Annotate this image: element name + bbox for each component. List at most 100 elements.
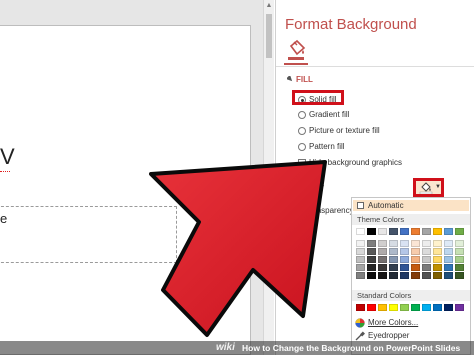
color-swatch[interactable] — [356, 256, 365, 263]
color-swatch[interactable] — [356, 264, 365, 271]
color-swatch[interactable] — [455, 264, 464, 271]
color-swatch[interactable] — [444, 256, 453, 263]
color-swatch[interactable] — [389, 272, 398, 279]
color-swatch[interactable] — [378, 264, 387, 271]
color-swatch[interactable] — [356, 228, 365, 235]
color-swatch[interactable] — [422, 240, 431, 247]
picture-texture-fill-label: Picture or texture fill — [309, 126, 380, 135]
color-swatch[interactable] — [378, 240, 387, 247]
fill-bucket-icon — [419, 182, 433, 194]
color-swatch[interactable] — [422, 228, 431, 235]
color-swatch[interactable] — [433, 264, 442, 271]
color-swatch[interactable] — [455, 248, 464, 255]
collapse-caret-icon[interactable] — [287, 76, 293, 82]
color-swatch[interactable] — [400, 264, 409, 271]
color-swatch[interactable] — [389, 228, 398, 235]
color-swatch[interactable] — [411, 272, 420, 279]
color-swatch[interactable] — [400, 272, 409, 279]
color-swatch[interactable] — [455, 240, 464, 247]
color-swatch[interactable] — [444, 248, 453, 255]
color-swatch[interactable] — [378, 256, 387, 263]
color-swatch[interactable] — [422, 256, 431, 263]
vertical-scrollbar[interactable]: ▲ — [263, 0, 274, 355]
color-swatch[interactable] — [389, 304, 398, 311]
color-swatch[interactable] — [411, 304, 420, 311]
solid-fill-highlight-box — [292, 90, 344, 105]
color-swatch[interactable] — [378, 248, 387, 255]
color-swatch[interactable] — [433, 248, 442, 255]
color-swatch[interactable] — [400, 240, 409, 247]
fill-tab[interactable] — [284, 38, 308, 64]
color-swatch[interactable] — [444, 228, 453, 235]
slide-title-text[interactable]: V — [0, 146, 15, 168]
menu-item-automatic[interactable]: Automatic — [353, 200, 469, 211]
color-swatch[interactable] — [444, 264, 453, 271]
color-dropdown-menu: Automatic Theme Colors Standard Colors M… — [351, 197, 471, 355]
pane-divider — [276, 66, 474, 67]
caption-text: How to Change the Background on PowerPoi… — [242, 343, 461, 353]
color-swatch[interactable] — [389, 256, 398, 263]
color-label: Color — [305, 183, 325, 192]
scroll-thumb[interactable] — [266, 14, 272, 58]
color-swatch[interactable] — [433, 240, 442, 247]
color-swatch[interactable] — [455, 228, 464, 235]
automatic-label: Automatic — [368, 201, 404, 210]
color-swatch[interactable] — [378, 228, 387, 235]
color-swatch[interactable] — [367, 256, 376, 263]
checkbox-icon[interactable] — [298, 159, 306, 167]
color-swatch[interactable] — [367, 272, 376, 279]
radio-icon[interactable] — [298, 111, 306, 119]
color-swatch[interactable] — [367, 304, 376, 311]
radio-icon[interactable] — [298, 143, 306, 151]
radio-icon[interactable] — [298, 127, 306, 135]
color-swatch[interactable] — [433, 272, 442, 279]
color-swatch[interactable] — [455, 304, 464, 311]
color-swatch[interactable] — [367, 248, 376, 255]
slide-text-placeholder[interactable] — [0, 206, 177, 263]
color-swatch[interactable] — [367, 228, 376, 235]
scroll-up-arrow-icon[interactable]: ▲ — [264, 0, 274, 12]
color-swatch[interactable] — [433, 304, 442, 311]
slide-canvas[interactable] — [0, 25, 251, 355]
color-picker-button[interactable]: ▼ — [413, 178, 444, 197]
fill-section-header[interactable]: FILL — [296, 75, 313, 84]
fill-bucket-icon — [288, 39, 306, 60]
pane-title: Format Background — [285, 16, 417, 33]
color-swatch[interactable] — [400, 304, 409, 311]
color-swatch[interactable] — [455, 256, 464, 263]
color-swatch[interactable] — [411, 228, 420, 235]
color-swatch[interactable] — [422, 264, 431, 271]
color-swatch[interactable] — [411, 256, 420, 263]
color-swatch[interactable] — [356, 240, 365, 247]
color-swatch[interactable] — [367, 240, 376, 247]
chevron-down-icon[interactable]: ▼ — [435, 184, 441, 190]
color-swatch[interactable] — [433, 256, 442, 263]
color-swatch[interactable] — [411, 264, 420, 271]
color-swatch[interactable] — [400, 228, 409, 235]
color-swatch[interactable] — [422, 272, 431, 279]
standard-colors-row — [356, 304, 464, 311]
color-swatch[interactable] — [356, 248, 365, 255]
color-swatch[interactable] — [367, 264, 376, 271]
color-swatch[interactable] — [356, 272, 365, 279]
color-swatch[interactable] — [389, 264, 398, 271]
color-swatch[interactable] — [356, 304, 365, 311]
color-swatch[interactable] — [444, 272, 453, 279]
eyedropper-icon — [355, 331, 365, 341]
slide-editing-area: V e — [0, 0, 274, 355]
color-swatch[interactable] — [433, 228, 442, 235]
color-swatch[interactable] — [455, 272, 464, 279]
color-swatch[interactable] — [444, 240, 453, 247]
caption-bar: wiki How to Change the Background on Pow… — [0, 341, 474, 355]
color-swatch[interactable] — [411, 248, 420, 255]
color-swatch[interactable] — [378, 304, 387, 311]
color-swatch[interactable] — [378, 272, 387, 279]
color-swatch[interactable] — [422, 248, 431, 255]
color-swatch[interactable] — [400, 248, 409, 255]
color-swatch[interactable] — [400, 256, 409, 263]
color-swatch[interactable] — [444, 304, 453, 311]
color-swatch[interactable] — [422, 304, 431, 311]
color-swatch[interactable] — [389, 248, 398, 255]
color-swatch[interactable] — [389, 240, 398, 247]
color-swatch[interactable] — [411, 240, 420, 247]
